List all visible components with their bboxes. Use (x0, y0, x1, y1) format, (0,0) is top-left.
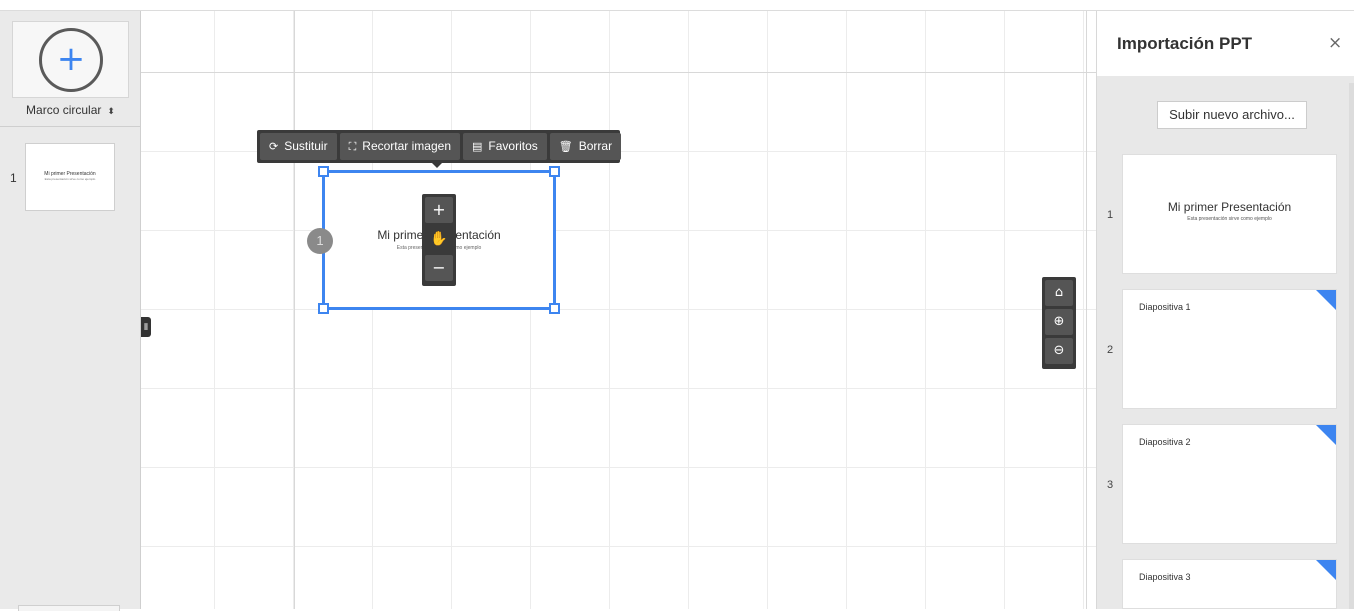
frame-type-select[interactable]: Marco circular ⬍ (0, 103, 141, 117)
added-corner-icon (1316, 560, 1336, 580)
resize-handle-top-left[interactable] (318, 166, 329, 177)
zoom-in-icon[interactable]: ⊕ (1045, 309, 1073, 335)
hand-pan-icon[interactable]: ✋ (425, 226, 453, 252)
zoom-out-icon[interactable]: ⊖ (1045, 338, 1073, 364)
favorites-label: Favoritos (488, 139, 538, 153)
ppt-slide-label: Diapositiva 2 (1139, 437, 1191, 447)
replace-button[interactable]: ⟳ Sustituir (260, 133, 337, 160)
image-zoom-control: + ✋ − (422, 194, 456, 286)
grid-line (1086, 11, 1087, 609)
ppt-slide-number: 2 (1107, 344, 1114, 356)
crop-image-button[interactable]: ⛶ Recortar imagen (339, 133, 460, 160)
slide-number: 1 (10, 171, 17, 185)
ppt-slide-thumbnail[interactable]: Diapositiva 1 (1122, 289, 1337, 409)
home-button[interactable]: ⌂ (1045, 280, 1073, 306)
ppt-import-panel: Importación PPT × Subir nuevo archivo...… (1096, 11, 1354, 609)
ppt-slide-thumbnail[interactable]: Mi primer Presentación Esta presentación… (1122, 154, 1337, 274)
plus-icon: + (56, 39, 86, 79)
select-arrows-icon: ⬍ (107, 106, 115, 116)
refresh-icon: ⟳ (269, 140, 279, 153)
sidebar-drag-handle[interactable]: ⦀ (141, 317, 151, 337)
crop-label: Recortar imagen (362, 139, 451, 153)
ppt-slide-label: Diapositiva 1 (1139, 302, 1191, 312)
zoom-out-button[interactable]: − (425, 255, 453, 281)
canvas[interactable]: ⦀ ⟳ Sustituir ⛶ Recortar imagen ▤ Favori… (141, 11, 1096, 609)
top-bar (0, 0, 1354, 11)
bottom-tab[interactable] (18, 605, 120, 611)
close-icon[interactable]: × (1328, 33, 1342, 53)
archive-icon: ▤ (472, 140, 483, 153)
delete-label: Borrar (578, 139, 613, 153)
panel-title: Importación PPT (1117, 34, 1253, 53)
added-corner-icon (1316, 290, 1336, 310)
trash-icon: 🗑 (558, 140, 573, 153)
resize-handle-bottom-left[interactable] (318, 303, 329, 314)
panel-header: Importación PPT × (1097, 11, 1354, 76)
resize-handle-bottom-right[interactable] (549, 303, 560, 314)
ppt-slide-subtitle: Esta presentación sirve como ejemplo (1187, 216, 1272, 222)
upload-file-button[interactable]: Subir nuevo archivo... (1157, 101, 1307, 129)
ppt-slide-number: 3 (1107, 479, 1114, 491)
replace-label: Sustituir (284, 139, 328, 153)
ppt-slide-number: 1 (1107, 209, 1114, 221)
crop-icon: ⛶ (348, 140, 357, 153)
add-frame-button[interactable]: + (12, 21, 129, 98)
ppt-slide-thumbnail[interactable]: Diapositiva 3 (1122, 559, 1337, 609)
slide-thumbnail[interactable]: Mi primer Presentación Esta presentación… (25, 143, 115, 211)
ppt-slide-title: Mi primer Presentación (1167, 200, 1292, 214)
ppt-slide-thumbnail[interactable]: Diapositiva 2 (1122, 424, 1337, 544)
slide-thumbnail-subtitle: Esta presentación sirve como ejemplo (44, 177, 96, 181)
circle-frame-icon: + (39, 28, 103, 92)
panel-scrollbar[interactable] (1349, 83, 1354, 609)
toolbar-pointer (432, 163, 442, 168)
divider (0, 126, 140, 127)
resize-handle-top-right[interactable] (549, 166, 560, 177)
grid-line (294, 11, 295, 609)
zoom-in-button[interactable]: + (425, 197, 453, 223)
left-sidebar: + Marco circular ⬍ 1 Mi primer Presentaci… (0, 11, 141, 611)
frame-toolbar: ⟳ Sustituir ⛶ Recortar imagen ▤ Favorito… (257, 130, 622, 168)
delete-button[interactable]: 🗑 Borrar (549, 133, 622, 160)
added-corner-icon (1316, 425, 1336, 445)
favorites-button[interactable]: ▤ Favoritos (463, 133, 547, 160)
ppt-slide-label: Diapositiva 3 (1139, 572, 1191, 582)
frame-number-badge[interactable]: 1 (307, 228, 333, 254)
canvas-navigation: ⌂ ⊕ ⊖ (1042, 277, 1076, 369)
grid-line (141, 72, 1096, 73)
frame-type-label: Marco circular (26, 103, 102, 117)
